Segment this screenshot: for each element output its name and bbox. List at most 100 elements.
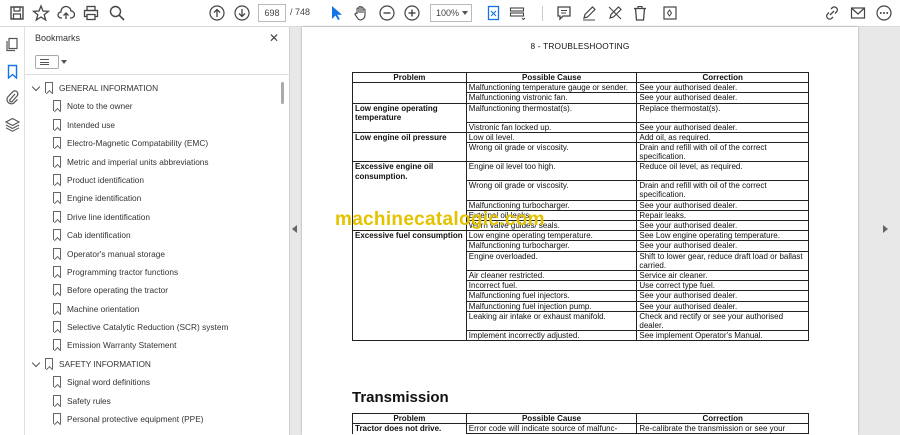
collapse-panel-left-icon[interactable]: [292, 225, 297, 233]
document-viewport: 8 - TROUBLESHOOTING Problem Possible Cau…: [290, 27, 900, 435]
close-icon[interactable]: ✕: [269, 31, 279, 45]
bookmark-icon: [53, 302, 61, 314]
zoom-search-icon[interactable]: [108, 4, 126, 22]
cell-problem: [352, 122, 467, 133]
table-header-row: Problem Possible Cause Correction: [352, 71, 809, 84]
chevron-down-icon[interactable]: [31, 82, 41, 92]
bookmark-item[interactable]: Signal word definitions: [25, 373, 280, 391]
bookmark-icon: [53, 155, 61, 167]
link-sign-icon[interactable]: [823, 4, 841, 22]
cell-correction: See your authorised dealer.: [636, 290, 809, 302]
cell-cause: Malfunctioning fuel injectors.: [465, 290, 638, 302]
bookmark-item[interactable]: GENERAL INFORMATION: [25, 79, 280, 97]
bookmark-item[interactable]: Intended use: [25, 116, 280, 134]
bookmark-list: GENERAL INFORMATION Note to the owner Inte…: [25, 79, 280, 435]
page-number-input[interactable]: 698: [258, 4, 286, 22]
column-header-cause: Possible Cause: [465, 412, 638, 425]
table-row: Malfunctioning temperature gauge or send…: [352, 82, 809, 94]
cell-problem: [352, 82, 467, 93]
bookmarks-panel: Bookmarks ✕ GENERAL INFORMATION Note to t…: [25, 27, 290, 435]
cell-cause: Vistronic fan locked up.: [465, 122, 638, 133]
cell-correction: Re-calibrate the transmission or see you…: [636, 423, 809, 435]
bookmark-icon: [53, 118, 61, 130]
chevron-down-icon: [462, 11, 468, 15]
zoom-out-icon[interactable]: [378, 4, 396, 22]
cell-correction: See implement Operator's Manual.: [636, 330, 809, 342]
table-row: Vistronic fan locked up. See your authori…: [352, 122, 809, 133]
previous-page-icon[interactable]: [208, 4, 226, 22]
table-row: Engine overloaded. Shift to lower gear, r…: [352, 251, 809, 272]
cell-correction: See your authorised dealer.: [636, 301, 809, 312]
section-title-transmission: Transmission: [352, 389, 449, 406]
pages-thumbnails-icon[interactable]: [5, 37, 20, 52]
bookmark-item[interactable]: Note to the owner: [25, 97, 280, 115]
bookmark-panel-icon[interactable]: [5, 64, 20, 79]
bookmark-icon: [53, 413, 61, 425]
document-scrollbar[interactable]: [892, 27, 900, 435]
hand-tool-icon[interactable]: [352, 4, 370, 22]
cell-cause: Error code will indicate source of malfu…: [465, 423, 638, 435]
watermark-text: machinecatalogic.com: [335, 209, 545, 230]
bookmark-label: Programming tractor functions: [67, 266, 179, 277]
table-row: Excessive fuel consumption Low engine ope…: [352, 230, 809, 242]
cell-cause: Wrong oil grade or viscosity.: [465, 142, 638, 163]
bookmark-item[interactable]: Programming tractor functions: [25, 263, 280, 281]
print-icon[interactable]: [82, 4, 100, 22]
mail-icon[interactable]: [849, 4, 867, 22]
cloud-upload-icon[interactable]: [57, 4, 75, 22]
more-options-icon[interactable]: [875, 4, 893, 22]
zoom-in-icon[interactable]: [403, 4, 421, 22]
bookmark-label: Selective Catalytic Reduction (SCR) syst…: [67, 322, 229, 333]
more-tools-icon[interactable]: [661, 4, 679, 22]
zoom-level-select[interactable]: 100%: [430, 4, 472, 22]
cell-correction: See Low engine operating temperature.: [636, 230, 809, 242]
bookmark-item[interactable]: Before operating the tractor: [25, 281, 280, 299]
bookmark-options-button[interactable]: [35, 55, 67, 69]
attachment-icon[interactable]: [5, 90, 20, 105]
chevron-down-icon[interactable]: [31, 358, 41, 368]
table-row: Leaking air intake or exhaust manifold. C…: [352, 311, 809, 332]
bookmark-item[interactable]: Product identification: [25, 171, 280, 189]
table-row: Low engine operating temperature Malfunct…: [352, 103, 809, 123]
star-icon[interactable]: [32, 4, 50, 22]
page-fit-icon[interactable]: [485, 4, 503, 22]
list-options-icon: [40, 59, 49, 65]
bookmark-item[interactable]: Safety rules: [25, 392, 280, 410]
bookmark-item[interactable]: Personal protective equipment (PPE): [25, 410, 280, 428]
select-cursor-icon[interactable]: [327, 4, 345, 22]
pdf-viewer-window: 698 / 748 100% Bookmarks ✕ GENERAL INFOR…: [0, 0, 900, 435]
bookmark-item[interactable]: Cab identification: [25, 226, 280, 244]
bookmark-item[interactable]: Drive line identification: [25, 208, 280, 226]
trash-icon[interactable]: [631, 4, 649, 22]
save-icon[interactable]: [8, 4, 26, 22]
cell-correction: Drain and refill with oil of the correct…: [636, 142, 809, 163]
cell-cause: Malfunctioning fuel injection pump.: [465, 301, 638, 312]
cell-problem: [352, 301, 467, 312]
bookmark-item[interactable]: Machine orientation: [25, 300, 280, 318]
bookmark-icon: [53, 137, 61, 149]
cell-correction: Use correct type fuel.: [636, 280, 809, 292]
bookmark-item[interactable]: Operator's manual storage: [25, 245, 280, 263]
cell-cause: Engine oil level too high.: [465, 161, 638, 182]
bookmark-item[interactable]: Electro-Magnetic Compatability (EMC): [25, 134, 280, 152]
cell-correction: Drain and refill with oil of the correct…: [636, 180, 809, 201]
cell-correction: Add oil, as required.: [636, 132, 809, 143]
bookmark-item[interactable]: Engine identification: [25, 189, 280, 207]
bookmark-item[interactable]: Emission Warranty Statement: [25, 336, 280, 354]
cell-problem: [352, 290, 467, 302]
bookmark-item[interactable]: SAFETY INFORMATION: [25, 355, 280, 373]
bookmark-item[interactable]: Selective Catalytic Reduction (SCR) syst…: [25, 318, 280, 336]
bookmark-icon: [53, 321, 61, 333]
bookmark-icon: [53, 247, 61, 259]
bookmark-label: Cab identification: [67, 230, 131, 241]
scroll-mode-icon[interactable]: [508, 4, 526, 22]
collapse-panel-right-icon[interactable]: [883, 225, 888, 233]
bookmark-scrollbar[interactable]: [281, 82, 284, 104]
table-row: Low engine oil pressure Low oil level. Add…: [352, 132, 809, 143]
layers-icon[interactable]: [5, 117, 20, 132]
pen-draw-icon[interactable]: [580, 4, 598, 22]
bookmark-item[interactable]: Metric and imperial units abbreviations: [25, 153, 280, 171]
comment-icon[interactable]: [555, 4, 573, 22]
next-page-icon[interactable]: [233, 4, 251, 22]
erase-highlight-icon[interactable]: [606, 4, 624, 22]
